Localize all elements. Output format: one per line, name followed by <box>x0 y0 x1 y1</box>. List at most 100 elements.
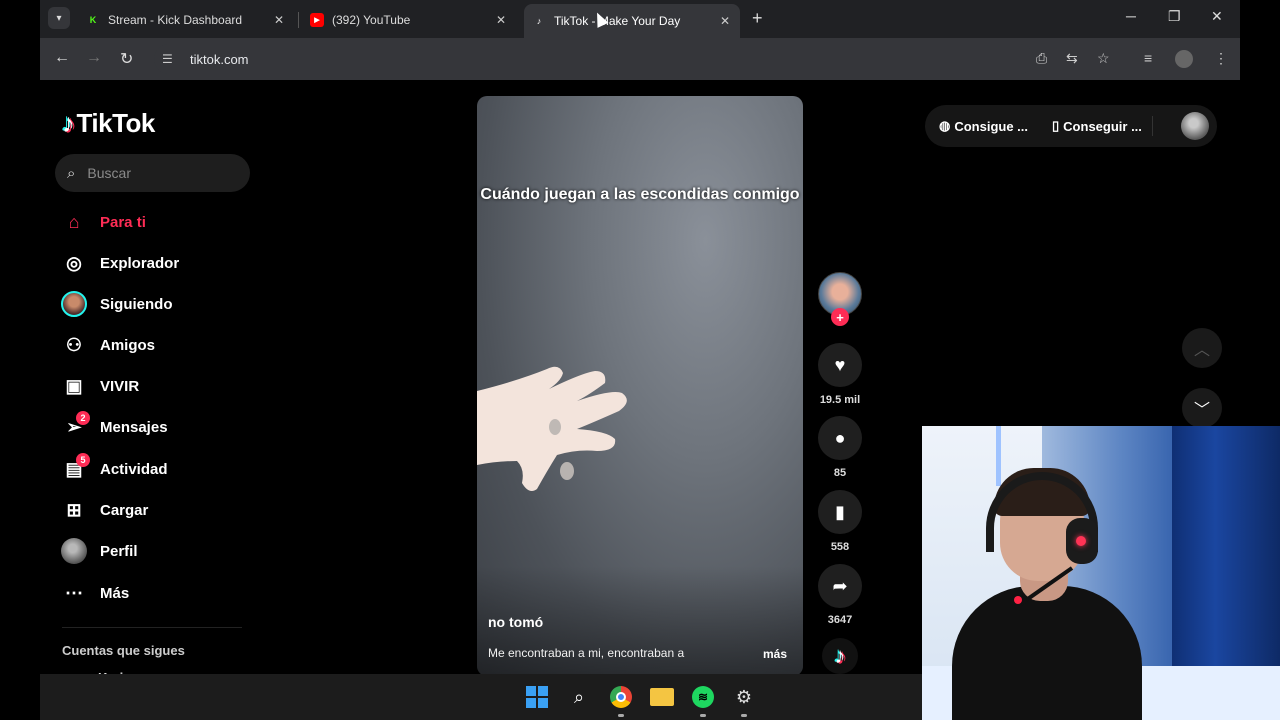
messages-icon: ➢ 2 <box>60 411 90 441</box>
compass-icon: ◎ <box>66 252 82 273</box>
tiktok-logo[interactable]: ♪ TikTok <box>62 108 155 139</box>
heart-icon: ♥ <box>834 354 846 375</box>
more-icon: ⋯ <box>65 582 83 603</box>
video-author[interactable]: no tomó <box>488 614 543 630</box>
activity-badge: 5 <box>76 453 90 467</box>
minimize-icon[interactable]: ─ <box>1126 8 1136 24</box>
new-tab-icon[interactable]: + <box>752 8 763 29</box>
taskbar-spotify[interactable]: ≋ <box>689 683 717 711</box>
menu-kebab-icon[interactable]: ⋮ <box>1214 50 1228 67</box>
close-icon[interactable]: ✕ <box>496 13 506 27</box>
profile-avatar[interactable] <box>1175 50 1193 68</box>
site-info-icon[interactable]: ☰ <box>162 52 180 66</box>
sidebar-item-amigos[interactable]: ⚇ Amigos <box>60 330 260 360</box>
restore-icon[interactable]: ❐ <box>1168 8 1181 25</box>
address-toolbar: ← → ↻ ☰ tiktok.com ⎙ ⇆ ☆ ≡ ⋮ <box>40 38 1240 80</box>
cam-light-strip <box>996 426 1001 486</box>
kick-icon: K <box>89 15 97 25</box>
share-count: 3647 <box>827 614 853 626</box>
close-icon[interactable]: ✕ <box>274 13 284 27</box>
running-indicator <box>700 714 706 717</box>
url-text: tiktok.com <box>190 51 249 67</box>
tab-title: Stream - Kick Dashboard <box>108 13 243 27</box>
sidebar-item-siguiendo[interactable]: Siguiendo <box>60 289 260 319</box>
tiktok-note-icon: ♪ <box>62 108 75 138</box>
sidebar-item-mas[interactable]: ⋯ Más <box>60 578 260 608</box>
sidebar-divider <box>62 627 242 628</box>
tab-tiktok[interactable]: ♪ TikTok - Make Your Day ✕ <box>524 4 740 38</box>
like-count: 19.5 mil <box>819 394 861 406</box>
reload-icon[interactable]: ↻ <box>120 49 133 69</box>
install-app-icon[interactable]: ⎙ <box>1036 50 1047 67</box>
close-icon[interactable]: ✕ <box>720 14 730 28</box>
live-tv-icon: ▣ <box>65 375 83 396</box>
like-button[interactable]: ♥ <box>818 343 862 387</box>
music-disc-icon[interactable]: ♪ <box>822 638 858 674</box>
tab-kick[interactable]: K Stream - Kick Dashboard ✕ <box>78 6 294 34</box>
sidebar-item-vivir[interactable]: ▣ VIVIR <box>60 371 260 401</box>
windows-taskbar: ⌕ ≋ ⚙ <box>40 674 922 720</box>
taskbar-file-explorer[interactable] <box>648 683 676 711</box>
get-app-button[interactable]: ▯ Conseguir ... <box>1052 118 1142 134</box>
sidebar-item-actividad[interactable]: ▤ 5 Actividad <box>60 453 260 484</box>
sidebar-item-label: Para ti <box>100 213 146 231</box>
save-button[interactable]: ▮ <box>818 490 862 534</box>
search-placeholder: Buscar <box>87 165 131 181</box>
url-bar[interactable]: ☰ tiktok.com <box>154 44 1034 74</box>
windows-logo-icon <box>526 686 548 708</box>
chevron-up-icon: ︿ <box>1193 342 1210 359</box>
sidebar-item-explorador[interactable]: ◎ Explorador <box>60 248 260 278</box>
user-avatar[interactable] <box>1181 112 1209 140</box>
save-count: 558 <box>830 541 850 553</box>
activity-icon: ▤ 5 <box>60 453 90 483</box>
sidebar-item-label: Amigos <box>100 336 156 354</box>
next-video-button[interactable]: ﹀ <box>1182 388 1222 428</box>
obs-icon: ⚙ <box>735 686 753 707</box>
youtube-icon: ▶ <box>310 13 324 27</box>
tab-youtube[interactable]: ▶ (392) YouTube ✕ <box>302 6 516 34</box>
tiktok-icon: ♪ <box>536 16 542 26</box>
video-player[interactable]: Cuándo juegan a las escondidas conmigo n… <box>477 96 803 676</box>
search-icon: ⌕ <box>67 164 76 182</box>
translate-icon[interactable]: ⇆ <box>1066 50 1078 67</box>
search-input[interactable]: ⌕ Buscar <box>55 154 250 192</box>
sidebar-item-perfil[interactable]: Perfil <box>60 536 260 566</box>
window-close-icon[interactable]: ✕ <box>1211 8 1223 25</box>
reading-list-icon[interactable]: ≡ <box>1144 50 1152 66</box>
bookmark-star-icon[interactable]: ☆ <box>1097 50 1110 67</box>
get-coins-button[interactable]: ◍ Consigue ... <box>939 118 1028 134</box>
friends-icon: ⚇ <box>65 334 83 355</box>
back-icon[interactable]: ← <box>54 49 70 67</box>
sidebar-item-para-ti[interactable]: ⌂ Para ti <box>60 207 260 237</box>
taskbar-chrome[interactable] <box>607 683 635 711</box>
comment-count: 85 <box>833 467 847 479</box>
taskbar-obs[interactable]: ⚙ <box>730 683 758 711</box>
home-icon: ⌂ <box>68 211 80 232</box>
following-accounts-title: Cuentas que sigues <box>62 643 185 658</box>
more-button[interactable]: más <box>763 647 787 661</box>
follow-plus-icon[interactable]: + <box>831 308 849 326</box>
header-actions: ◍ Consigue ... ▯ Conseguir ... <box>925 105 1217 147</box>
sidebar-item-cargar[interactable]: ⊞ Cargar <box>60 495 260 525</box>
tab-title: TikTok - Make Your Day <box>554 14 681 28</box>
tab-title: (392) YouTube <box>332 13 411 27</box>
hand-image <box>477 366 627 491</box>
headset-mic-tip <box>1014 596 1022 604</box>
profile-avatar <box>61 538 87 564</box>
comment-button[interactable]: ● <box>818 416 862 460</box>
share-button[interactable]: ➦ <box>818 564 862 608</box>
bookmark-icon: ▮ <box>835 501 845 522</box>
sidebar-item-label: Más <box>100 584 130 602</box>
coin-icon: ◍ <box>939 118 951 133</box>
following-avatar <box>61 291 87 317</box>
pill-divider <box>1151 116 1153 136</box>
headset-led <box>1076 536 1086 546</box>
spotify-icon: ≋ <box>692 686 714 708</box>
taskbar-search-icon[interactable]: ⌕ <box>565 683 593 711</box>
sidebar-item-mensajes[interactable]: ➢ 2 Mensajes <box>60 411 260 442</box>
start-button[interactable] <box>523 683 551 711</box>
sidebar-item-label: Actividad <box>100 460 168 478</box>
forward-icon[interactable]: → <box>86 49 102 67</box>
previous-video-button[interactable]: ︿ <box>1182 328 1222 368</box>
tab-search-dropdown[interactable]: ▾ <box>48 7 70 29</box>
